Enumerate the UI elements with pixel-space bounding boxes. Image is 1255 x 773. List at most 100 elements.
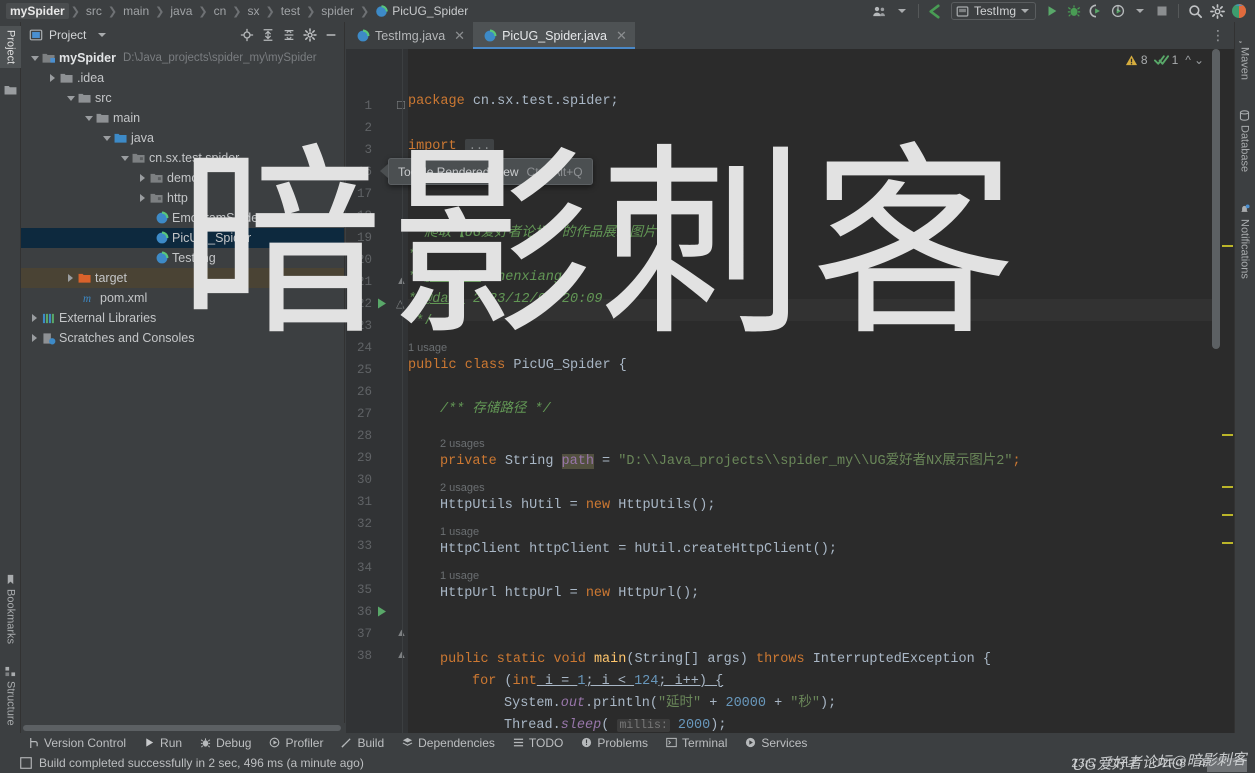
project-tree[interactable]: mySpider D:\Java_projects\spider_my\mySp… bbox=[21, 48, 344, 722]
next-highlight-icon[interactable]: ⌄ bbox=[1194, 53, 1204, 67]
more-options-icon[interactable]: ⋮ bbox=[1211, 27, 1226, 44]
run-coverage-icon[interactable] bbox=[1086, 2, 1106, 20]
gear-icon[interactable] bbox=[1207, 2, 1227, 20]
scrollbar-thumb[interactable] bbox=[23, 725, 341, 731]
line-separator[interactable]: CRLF bbox=[1108, 756, 1139, 770]
tree-node-http[interactable]: http bbox=[21, 188, 344, 208]
tab-picug-spider-java[interactable]: PicUG_Spider.java ✕ bbox=[473, 22, 635, 49]
hide-panel-icon[interactable] bbox=[322, 26, 340, 44]
folded-imports[interactable]: ... bbox=[464, 139, 495, 153]
project-panel-title[interactable]: Project bbox=[29, 28, 107, 42]
tree-node-external-libraries[interactable]: External Libraries bbox=[21, 308, 344, 328]
tree-node-demo[interactable]: demo bbox=[21, 168, 344, 188]
folder-icon[interactable] bbox=[4, 84, 17, 95]
tree-node-target[interactable]: target bbox=[21, 268, 344, 288]
tree-node-picug-spider[interactable]: PicUG_Spider bbox=[21, 228, 344, 248]
run-gutter-icon[interactable] bbox=[376, 297, 388, 310]
breadcrumb-item-sx[interactable]: sx bbox=[244, 3, 264, 19]
tool-button-dependencies[interactable]: Dependencies bbox=[402, 736, 495, 750]
previous-highlight-icon[interactable]: ^ bbox=[1185, 53, 1191, 67]
warning-marker[interactable] bbox=[1222, 434, 1233, 436]
run-gutter-icon[interactable] bbox=[376, 605, 388, 618]
warning-marker[interactable] bbox=[1222, 542, 1233, 544]
stop-icon[interactable] bbox=[1152, 2, 1172, 20]
fold-marker-icon[interactable]: ☐ bbox=[396, 99, 406, 112]
breadcrumb-file[interactable]: PicUG_Spider bbox=[371, 3, 472, 19]
sidebar-item-project[interactable]: Project bbox=[0, 26, 21, 69]
sidebar-item-maven[interactable]: m Maven bbox=[1234, 28, 1255, 84]
run-configuration-selector[interactable]: TestImg bbox=[950, 2, 1036, 20]
tool-button-problems[interactable]: Problems bbox=[581, 736, 648, 750]
breadcrumb-item-spider[interactable]: spider bbox=[317, 3, 358, 19]
file-encoding[interactable]: UTF-8 bbox=[1152, 756, 1186, 770]
editor-marker-bar[interactable] bbox=[1220, 49, 1234, 733]
fold-marker-icon[interactable]: △ bbox=[396, 297, 404, 310]
tool-button-run[interactable]: Run bbox=[144, 736, 182, 750]
caret-position[interactable]: 23:5 bbox=[1071, 756, 1094, 770]
warning-marker[interactable] bbox=[1222, 486, 1233, 488]
chevron-down-icon[interactable] bbox=[1130, 2, 1150, 20]
chevron-down-icon[interactable] bbox=[98, 33, 107, 37]
code-editor[interactable]: 1 2 3 16 17 18 19 20 21 22 23 24 25 26 2… bbox=[346, 49, 1234, 733]
sidebar-item-database[interactable]: Database bbox=[1234, 106, 1255, 176]
profiler-icon[interactable] bbox=[1108, 2, 1128, 20]
tree-node-scratches-and-consoles[interactable]: Scratches and Consoles bbox=[21, 328, 344, 348]
debug-icon[interactable] bbox=[1064, 2, 1084, 20]
back-arrow-icon[interactable] bbox=[925, 2, 945, 20]
chevron-right-icon[interactable] bbox=[65, 273, 76, 284]
tool-button-profiler[interactable]: Profiler bbox=[269, 736, 323, 750]
chevron-right-icon[interactable] bbox=[29, 333, 40, 344]
tab-testimg-java[interactable]: TestImg.java ✕ bbox=[346, 22, 473, 49]
chevron-down-icon[interactable] bbox=[892, 2, 912, 20]
tree-node-idea[interactable]: .idea bbox=[21, 68, 344, 88]
editor-gutter[interactable]: 1 2 3 16 17 18 19 20 21 22 23 24 25 26 2… bbox=[346, 49, 408, 733]
expand-all-icon[interactable] bbox=[259, 26, 277, 44]
tree-node-pom-xml[interactable]: m pom.xml bbox=[21, 288, 344, 308]
tool-button-version-control[interactable]: Version Control bbox=[28, 736, 126, 750]
chevron-down-icon[interactable] bbox=[1021, 9, 1029, 13]
close-icon[interactable]: ✕ bbox=[616, 28, 627, 44]
inspection-widget[interactable]: 8 1 ^ ⌄ bbox=[1125, 53, 1204, 67]
tree-node-emogramspider[interactable]: EmogramSpider bbox=[21, 208, 344, 228]
tool-button-todo[interactable]: TODO bbox=[513, 736, 563, 750]
chevron-right-icon[interactable] bbox=[47, 73, 58, 84]
sidebar-item-notifications[interactable]: Notifications bbox=[1234, 200, 1255, 283]
tree-node-java[interactable]: java bbox=[21, 128, 344, 148]
sidebar-item-bookmarks[interactable]: Bookmarks bbox=[0, 570, 21, 648]
breadcrumb-item-test[interactable]: test bbox=[277, 3, 304, 19]
gear-icon[interactable] bbox=[301, 26, 319, 44]
editor-vertical-scrollbar-thumb[interactable] bbox=[1212, 49, 1220, 349]
tool-button-build[interactable]: Build bbox=[341, 736, 384, 750]
chevron-down-icon[interactable] bbox=[65, 93, 76, 104]
chevron-right-icon[interactable] bbox=[29, 313, 40, 324]
search-everywhere-icon[interactable] bbox=[1185, 2, 1205, 20]
user-group-icon[interactable] bbox=[870, 2, 890, 20]
chevron-down-icon[interactable] bbox=[101, 133, 112, 144]
tool-button-services[interactable]: Services bbox=[745, 736, 807, 750]
chevron-right-icon[interactable] bbox=[137, 193, 148, 204]
ide-logo-icon[interactable] bbox=[1229, 2, 1249, 20]
chevron-down-icon[interactable] bbox=[119, 153, 130, 164]
sidebar-item-structure[interactable]: Structure bbox=[0, 662, 21, 730]
tree-node-package[interactable]: cn.sx.test.spider bbox=[21, 148, 344, 168]
breadcrumb-item-cn[interactable]: cn bbox=[210, 3, 231, 19]
collapse-all-icon[interactable] bbox=[280, 26, 298, 44]
breadcrumb-item-java[interactable]: java bbox=[166, 3, 196, 19]
code-content[interactable]: package cn.sx.test.spider; import ... * … bbox=[408, 49, 1208, 733]
project-tree-horizontal-scrollbar[interactable] bbox=[23, 723, 345, 733]
tree-node-main[interactable]: main bbox=[21, 108, 344, 128]
warning-marker[interactable] bbox=[1222, 245, 1233, 247]
tool-button-debug[interactable]: Debug bbox=[200, 736, 251, 750]
status-message[interactable]: Build completed successfully in 2 sec, 4… bbox=[8, 756, 364, 770]
tree-node-testimg[interactable]: TestImg bbox=[21, 248, 344, 268]
tool-button-terminal[interactable]: Terminal bbox=[666, 736, 727, 750]
breadcrumb-item-src[interactable]: src bbox=[82, 3, 106, 19]
chevron-down-icon[interactable] bbox=[29, 53, 40, 64]
tree-node-src[interactable]: src bbox=[21, 88, 344, 108]
breadcrumb-root[interactable]: mySpider bbox=[6, 3, 69, 19]
close-icon[interactable]: ✕ bbox=[454, 28, 465, 44]
chevron-right-icon[interactable] bbox=[137, 173, 148, 184]
run-icon[interactable] bbox=[1042, 2, 1062, 20]
locate-icon[interactable] bbox=[238, 26, 256, 44]
breadcrumb-item-main[interactable]: main bbox=[119, 3, 153, 19]
